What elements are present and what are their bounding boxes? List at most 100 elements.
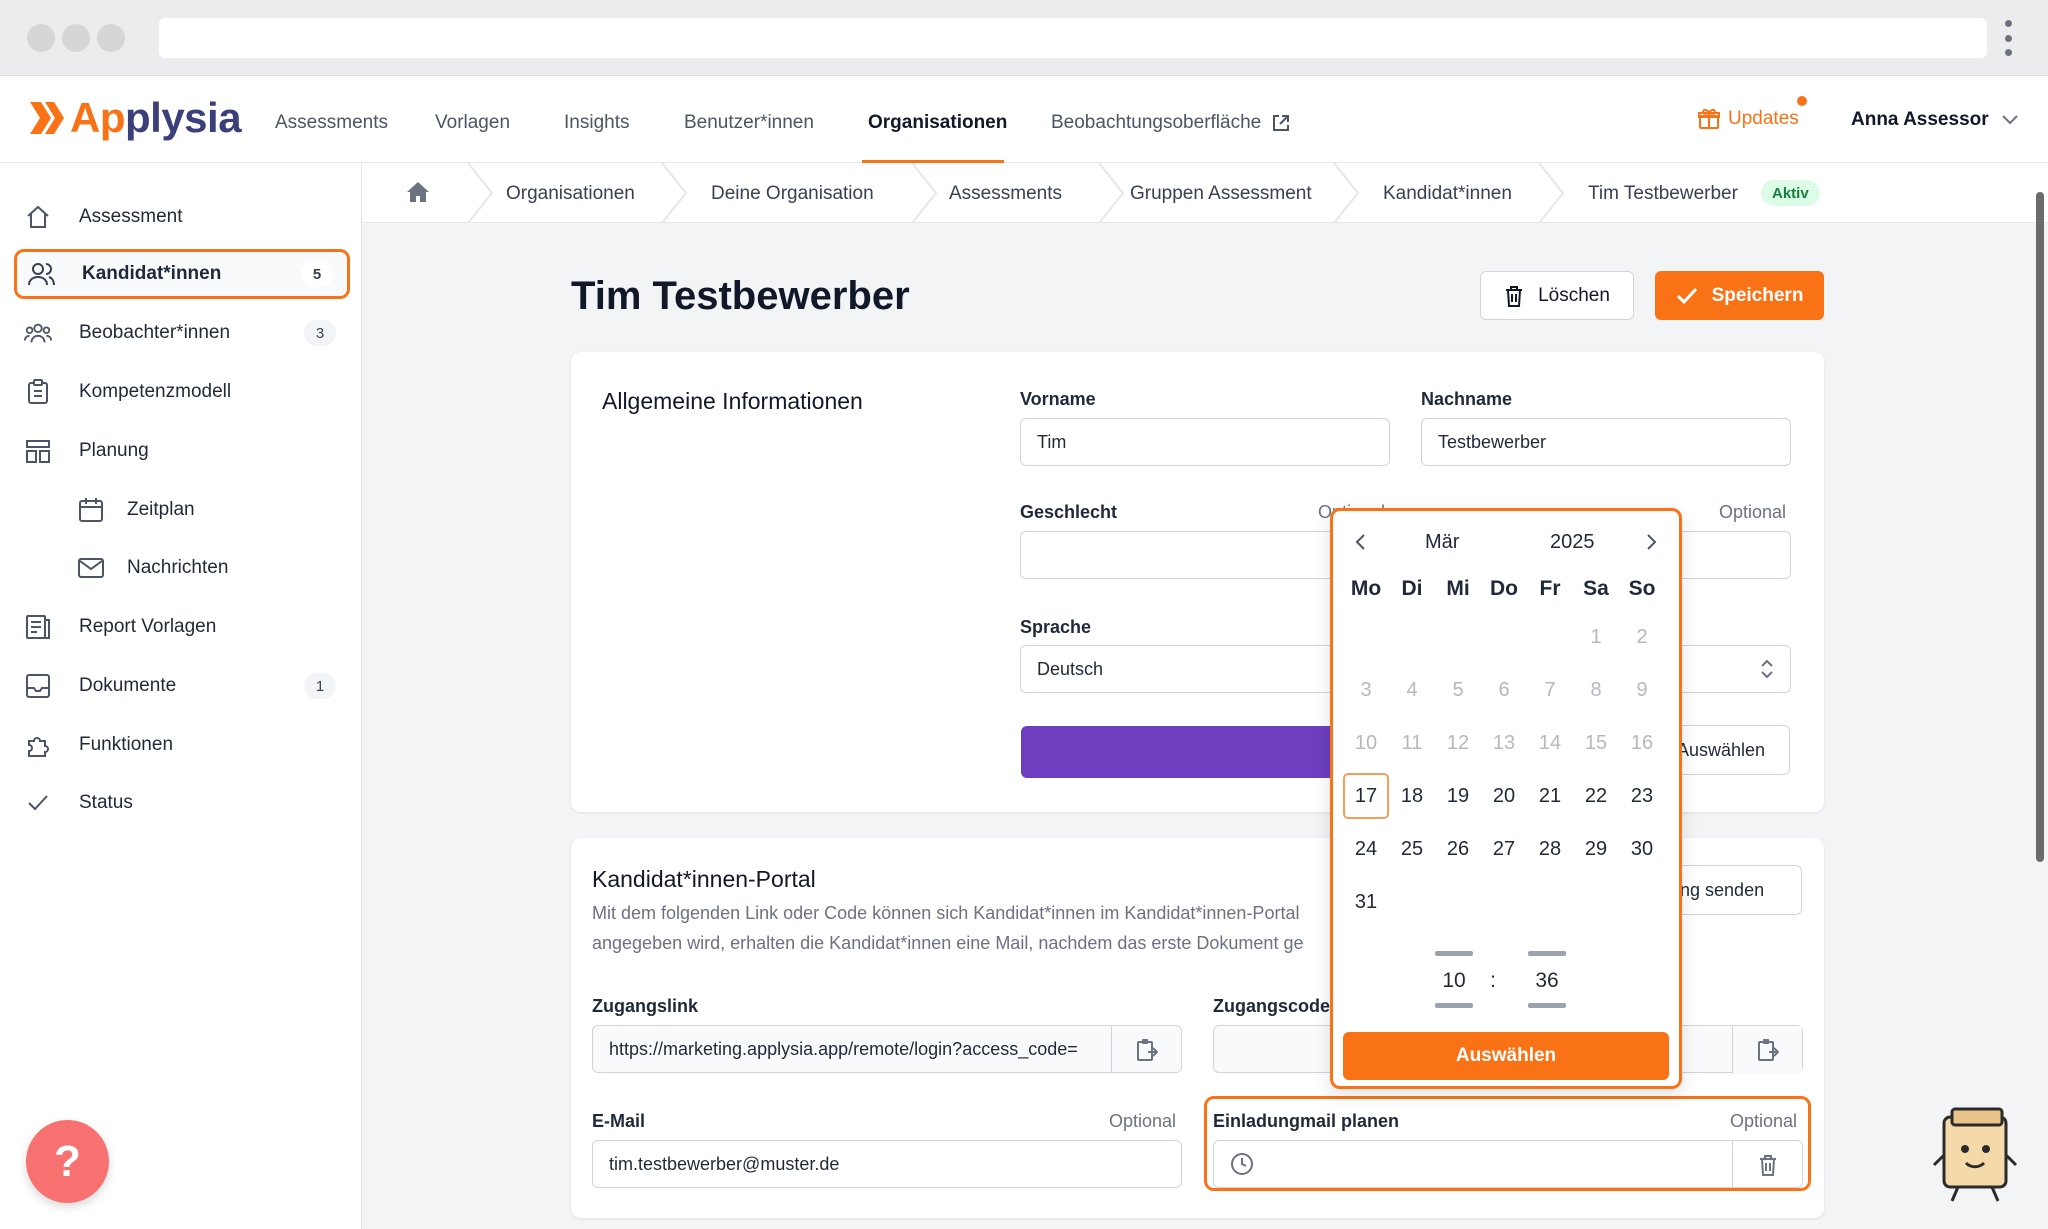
- zugangslink-input[interactable]: https://marketing.applysia.app/remote/lo…: [592, 1025, 1182, 1073]
- sidebar-item-label: Dokumente: [79, 675, 177, 696]
- breadcrumb-separator: [467, 163, 494, 223]
- prev-month-button[interactable]: [1349, 531, 1371, 553]
- copy-link-button[interactable]: [1111, 1026, 1181, 1072]
- sidebar-item-planung[interactable]: Planung: [14, 426, 350, 476]
- sidebar-item-status[interactable]: Status: [14, 778, 350, 828]
- calendar-day[interactable]: 31: [1343, 879, 1389, 925]
- clipboard-copy-icon: [1757, 1039, 1779, 1061]
- sidebar-item-beobachterinnen[interactable]: Beobachter*innen 3: [14, 308, 350, 358]
- updates-button[interactable]: Updates: [1698, 108, 1799, 130]
- calendar-day-today[interactable]: 17: [1343, 773, 1389, 819]
- calendar-day: 8: [1590, 678, 1602, 701]
- picker-year[interactable]: 2025: [1550, 531, 1595, 554]
- calendar-day: 4: [1406, 678, 1418, 701]
- sidebar-item-label: Kompetenzmodell: [79, 381, 232, 402]
- breadcrumb-gruppen-assessment[interactable]: Gruppen Assessment: [1130, 183, 1312, 205]
- sidebar-item-nachrichten[interactable]: Nachrichten: [14, 543, 350, 593]
- calendar-day[interactable]: 27: [1481, 826, 1527, 872]
- window-minimize-dot[interactable]: [62, 24, 90, 52]
- sprache-select[interactable]: Deutsch: [1020, 645, 1340, 693]
- next-month-button[interactable]: [1641, 531, 1663, 553]
- breadcrumb-organisationen[interactable]: Organisationen: [506, 183, 635, 205]
- general-info-title: Allgemeine Informationen: [602, 388, 863, 414]
- nav-beobachtungsoberflaeche[interactable]: Beobachtungsoberfläche: [1051, 112, 1291, 134]
- save-button[interactable]: Speichern: [1655, 271, 1824, 320]
- email-label: E-Mail: [592, 1111, 646, 1131]
- breadcrumb-deine-organisation[interactable]: Deine Organisation: [711, 183, 874, 205]
- address-bar[interactable]: [159, 18, 1987, 58]
- sidebar-item-dokumente[interactable]: Dokumente 1: [14, 661, 350, 711]
- nav-vorlagen[interactable]: Vorlagen: [435, 112, 510, 134]
- sidebar-item-funktionen[interactable]: Funktionen: [14, 720, 350, 770]
- minute-down-bar[interactable]: [1528, 1003, 1566, 1008]
- sidebar-item-kandidatinnen[interactable]: Kandidat*innen 5: [14, 249, 350, 299]
- chevron-left-icon: [1355, 534, 1365, 550]
- email-input[interactable]: tim.testbewerber@muster.de: [592, 1140, 1182, 1188]
- browser-menu-icon[interactable]: [2002, 20, 2014, 56]
- breadcrumb-separator: [1333, 163, 1360, 223]
- home-breadcrumb-icon[interactable]: [406, 181, 430, 203]
- vorname-input[interactable]: Tim: [1020, 418, 1390, 466]
- geschlecht-select[interactable]: [1020, 531, 1340, 579]
- nav-benutzer[interactable]: Benutzer*innen: [684, 112, 814, 134]
- geburtsdatum-input[interactable]: [1680, 531, 1791, 579]
- calendar-day[interactable]: 28: [1527, 826, 1573, 872]
- sidebar-item-zeitplan[interactable]: Zeitplan: [14, 485, 350, 535]
- purple-action-button[interactable]: [1021, 726, 1331, 778]
- weekday-header: Do: [1490, 577, 1518, 600]
- nav-beobachtung-label: Beobachtungsoberfläche: [1051, 112, 1262, 133]
- updates-label: Updates: [1728, 108, 1799, 129]
- sidebar-item-label: Status: [79, 792, 133, 813]
- copy-code-button[interactable]: [1732, 1026, 1802, 1074]
- mail-icon: [77, 554, 105, 582]
- calendar-day[interactable]: 19: [1435, 773, 1481, 819]
- calendar-day[interactable]: 23: [1619, 773, 1665, 819]
- mascot-folder-icon[interactable]: [1930, 1105, 2022, 1205]
- picker-select-button[interactable]: Auswählen: [1343, 1032, 1669, 1080]
- calendar-day[interactable]: 26: [1435, 826, 1481, 872]
- geschlecht-label: Geschlecht: [1020, 502, 1118, 522]
- nav-organisationen[interactable]: Organisationen: [868, 112, 1007, 134]
- calendar-day[interactable]: 29: [1573, 826, 1619, 872]
- window-close-dot[interactable]: [27, 24, 55, 52]
- help-button[interactable]: ?: [26, 1120, 109, 1203]
- nav-insights[interactable]: Insights: [564, 112, 629, 134]
- inbox-icon: [24, 672, 52, 700]
- calendar-day[interactable]: 20: [1481, 773, 1527, 819]
- scrollbar[interactable]: [2036, 192, 2044, 862]
- calendar-day[interactable]: 30: [1619, 826, 1665, 872]
- nachname-input[interactable]: Testbewerber: [1421, 418, 1791, 466]
- picker-hour[interactable]: 10: [1434, 969, 1474, 993]
- clipboard-icon: [24, 378, 52, 406]
- calendar-day[interactable]: 22: [1573, 773, 1619, 819]
- zugangslink-label: Zugangslink: [592, 996, 699, 1016]
- delete-button[interactable]: Löschen: [1480, 271, 1634, 320]
- sidebar-item-assessment[interactable]: Assessment: [14, 192, 350, 242]
- breadcrumb-kandidatinnen[interactable]: Kandidat*innen: [1383, 183, 1512, 205]
- hour-up-bar[interactable]: [1435, 951, 1473, 956]
- calendar-day[interactable]: 25: [1389, 826, 1435, 872]
- breadcrumb-assessments[interactable]: Assessments: [949, 183, 1062, 205]
- puzzle-icon: [24, 731, 52, 759]
- picker-minute[interactable]: 36: [1527, 969, 1567, 993]
- calendar-day: 2: [1636, 625, 1648, 648]
- calendar-day[interactable]: 18: [1389, 773, 1435, 819]
- second-select[interactable]: [1680, 645, 1791, 693]
- calendar-day[interactable]: 21: [1527, 773, 1573, 819]
- sidebar-item-report-vorlagen[interactable]: Report Vorlagen: [14, 602, 350, 652]
- calendar-day[interactable]: 24: [1343, 826, 1389, 872]
- nachname-label: Nachname: [1421, 389, 1513, 409]
- window-maximize-dot[interactable]: [97, 24, 125, 52]
- sidebar-item-kompetenzmodell[interactable]: Kompetenzmodell: [14, 367, 350, 417]
- sprache-label: Sprache: [1020, 617, 1092, 637]
- logo-text: Applysia: [70, 94, 242, 141]
- applysia-logo[interactable]: Applysia: [30, 94, 242, 142]
- top-navigation: Applysia Assessments Vorlagen Insights B…: [0, 76, 2048, 163]
- nav-assessments[interactable]: Assessments: [275, 112, 388, 134]
- picker-month[interactable]: Mär: [1425, 531, 1459, 554]
- minute-up-bar[interactable]: [1528, 951, 1566, 956]
- calendar-day: 14: [1538, 731, 1562, 754]
- breadcrumb-tim-testbewerber[interactable]: Tim Testbewerber: [1588, 183, 1738, 205]
- user-menu[interactable]: Anna Assessor: [1851, 109, 2019, 131]
- hour-down-bar[interactable]: [1435, 1003, 1473, 1008]
